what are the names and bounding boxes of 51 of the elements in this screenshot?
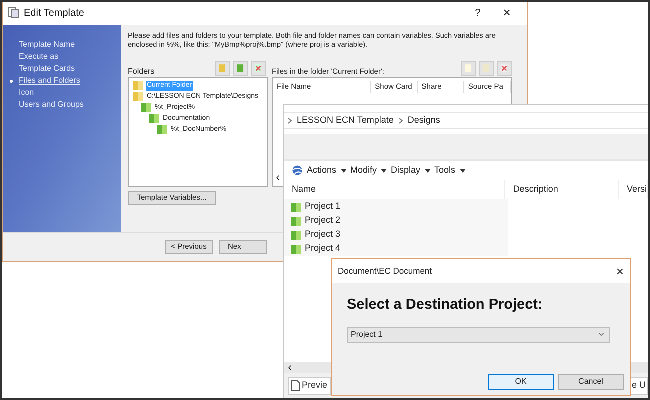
menu-item[interactable]: Actions xyxy=(307,164,337,178)
menu-item[interactable]: Display xyxy=(391,164,421,178)
preview-button[interactable]: Previe xyxy=(288,376,331,394)
folder-icon xyxy=(133,91,144,102)
folder-icon xyxy=(291,244,302,254)
project-name[interactable]: Project 1 xyxy=(305,200,341,214)
chevron-right-icon xyxy=(398,118,403,124)
project-name[interactable]: Project 4 xyxy=(305,242,341,256)
template-icon xyxy=(8,7,20,19)
sidebar-item[interactable]: Files and Folders xyxy=(19,76,80,86)
sidebar-item[interactable]: Execute as xyxy=(19,52,59,62)
dialog-heading: Select a Destination Project: xyxy=(347,296,544,315)
scroll-left-icon[interactable] xyxy=(286,364,294,372)
project-name[interactable]: Project 2 xyxy=(305,214,341,228)
dropdown-icon xyxy=(340,168,347,172)
menu-item[interactable]: Tools xyxy=(434,164,456,178)
globe-icon xyxy=(292,165,303,176)
document-icon xyxy=(291,380,300,391)
dialog-title: Document\EC Document xyxy=(338,264,432,278)
folder-icon xyxy=(157,124,168,135)
sidebar-item[interactable]: Template Name xyxy=(19,40,76,50)
folder-icon xyxy=(141,102,152,113)
folder-icon xyxy=(133,80,144,91)
folder-icon xyxy=(149,113,160,124)
close-button[interactable]: × xyxy=(616,264,624,278)
menu-item[interactable]: Modify xyxy=(350,164,378,178)
dropdown-icon xyxy=(424,168,431,172)
folder-icon xyxy=(291,216,302,226)
breadcrumb-item[interactable]: LESSON ECN Template xyxy=(297,114,394,128)
folders-label: Folders xyxy=(128,67,155,76)
window-title: Edit Template xyxy=(24,6,84,20)
dropdown-icon xyxy=(381,168,388,172)
scroll-left-icon[interactable] xyxy=(274,174,282,182)
delete-icon[interactable] xyxy=(251,61,266,76)
sidebar-item[interactable]: Template Cards xyxy=(19,64,76,74)
chevron-right-icon xyxy=(288,118,292,124)
cancel-button[interactable]: Cancel xyxy=(558,374,624,390)
help-button[interactable]: ? xyxy=(468,6,488,20)
ok-button[interactable]: OK xyxy=(488,374,554,390)
project-name[interactable]: Project 3 xyxy=(305,228,341,242)
column-header[interactable]: Versi xyxy=(618,180,648,199)
project-select[interactable]: Project 1 xyxy=(347,326,610,343)
folder-icon xyxy=(291,202,302,212)
delete-icon[interactable] xyxy=(497,61,512,76)
sidebar-item[interactable]: Icon xyxy=(19,88,34,98)
add-project-icon[interactable] xyxy=(233,61,248,76)
sidebar-item[interactable]: Users and Groups xyxy=(19,100,84,110)
breadcrumb-item[interactable]: Designs xyxy=(408,114,440,128)
folder-icon xyxy=(291,230,302,240)
dropdown-icon xyxy=(460,168,466,172)
close-button[interactable]: × xyxy=(492,3,522,23)
